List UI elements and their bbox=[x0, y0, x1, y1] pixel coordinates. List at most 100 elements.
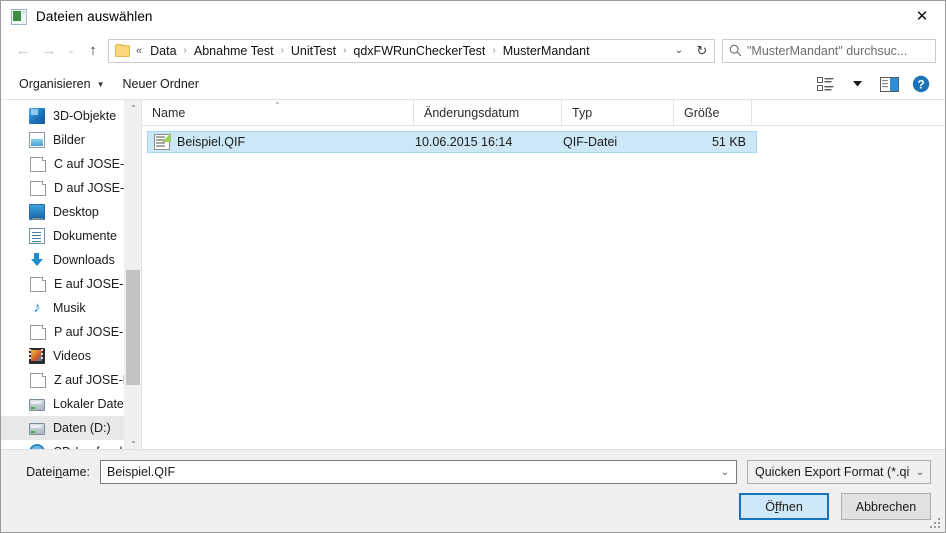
app-window-icon bbox=[11, 8, 27, 25]
chevron-down-icon[interactable]: ⌄ bbox=[714, 467, 736, 478]
sidebar-item-label: Desktop bbox=[53, 205, 99, 219]
sidebar-item-cd-laufwerk-e[interactable]: CD-Laufwerk (E: bbox=[1, 440, 141, 449]
forward-button[interactable]: → bbox=[36, 38, 62, 64]
breadcrumb-segment-mustermandant[interactable]: MusterMandant bbox=[500, 42, 593, 60]
file-type-cell: QIF-Datei bbox=[563, 135, 618, 149]
file-open-dialog: Dateien auswählen ✕ ← → ⌄ ↑ « Data › Abn… bbox=[0, 0, 946, 533]
document-icon bbox=[30, 372, 46, 388]
preview-pane-icon[interactable] bbox=[874, 72, 904, 96]
folder-icon bbox=[115, 43, 130, 57]
chevron-down-icon: ▼ bbox=[96, 79, 105, 89]
sidebar-item-desktop[interactable]: Desktop bbox=[1, 200, 141, 224]
search-box[interactable]: "MusterMandant" durchsuc... bbox=[722, 38, 936, 63]
column-header-name[interactable]: ⌃ Name bbox=[142, 100, 414, 125]
document-icon bbox=[30, 156, 46, 172]
navigation-sidebar: 3D-Objekte Bilder C auf JOSE-NOV D auf J… bbox=[1, 100, 141, 449]
breadcrumb-segment-qdxfwruncheckertest[interactable]: qdxFWRunCheckerTest bbox=[350, 42, 488, 60]
breadcrumb-segment-data[interactable]: Data bbox=[147, 42, 179, 60]
sidebar-scrollbar[interactable]: ⌃ ⌄ bbox=[124, 100, 141, 449]
open-button[interactable]: Öf fnen bbox=[739, 493, 829, 520]
file-type-filter-value: Quicken Export Format (*.qif) bbox=[755, 465, 910, 479]
sidebar-item-videos[interactable]: Videos bbox=[1, 344, 141, 368]
sidebar-item-dokumente[interactable]: Dokumente bbox=[1, 224, 141, 248]
breadcrumb-segment-abnahme-test[interactable]: Abnahme Test bbox=[191, 42, 277, 60]
document-icon bbox=[30, 180, 46, 196]
breadcrumb-overflow-icon[interactable]: « bbox=[136, 45, 142, 57]
new-folder-label: Neuer Ordner bbox=[122, 77, 199, 91]
toolbar-right-group: ? bbox=[810, 72, 936, 96]
sidebar-item-label: Daten (D:) bbox=[53, 421, 111, 435]
scrollbar-thumb[interactable] bbox=[126, 270, 140, 385]
file-name-label: Beispiel.QIF bbox=[177, 135, 246, 149]
sidebar-item-c-auf-jose-nov[interactable]: C auf JOSE-NOV bbox=[1, 152, 141, 176]
file-date-cell: 10.06.2015 16:14 bbox=[415, 135, 513, 149]
view-layout-chevron-down-icon[interactable] bbox=[842, 72, 872, 96]
file-type-filter-select[interactable]: Quicken Export Format (*.qif) ⌄ bbox=[747, 460, 931, 484]
sort-ascending-icon: ⌃ bbox=[274, 101, 281, 110]
search-input[interactable]: "MusterMandant" durchsuc... bbox=[747, 44, 907, 58]
breadcrumb-separator[interactable]: › bbox=[492, 45, 495, 56]
filename-row: Dateiname: Beispiel.QIF ⌄ Quicken Export… bbox=[15, 460, 931, 484]
search-icon bbox=[723, 44, 747, 57]
column-header-label: Änderungsdatum bbox=[424, 105, 520, 120]
window-controls: ✕ bbox=[899, 1, 945, 32]
file-name-cell: Beispiel.QIF bbox=[148, 134, 415, 150]
sidebar-item-d-auf-jose-nov[interactable]: D auf JOSE-NOV bbox=[1, 176, 141, 200]
resize-grip[interactable] bbox=[930, 518, 942, 530]
breadcrumb-separator[interactable]: › bbox=[281, 45, 284, 56]
drive-icon bbox=[29, 423, 45, 435]
close-icon[interactable]: ✕ bbox=[899, 1, 945, 32]
back-button[interactable]: ← bbox=[10, 38, 36, 64]
column-header-label: Name bbox=[152, 105, 186, 120]
window-title: Dateien auswählen bbox=[36, 9, 153, 24]
sidebar-item-z-auf-jose-nov[interactable]: Z auf JOSE-NOV bbox=[1, 368, 141, 392]
sidebar-item-e-auf-jose-nov[interactable]: E auf JOSE-NOV bbox=[1, 272, 141, 296]
filename-value[interactable]: Beispiel.QIF bbox=[101, 465, 714, 479]
sidebar-item-label: 3D-Objekte bbox=[53, 109, 117, 123]
column-header-row: ⌃ Name Änderungsdatum Typ Größe bbox=[142, 100, 945, 126]
column-header-size[interactable]: Größe bbox=[674, 100, 752, 125]
recent-locations-button[interactable]: ⌄ bbox=[62, 38, 80, 64]
breadcrumb-separator[interactable]: › bbox=[343, 45, 346, 56]
file-list-pane: ⌃ Name Änderungsdatum Typ Größe Beispiel… bbox=[141, 100, 945, 449]
sidebar-item-daten-d[interactable]: Daten (D:) bbox=[1, 416, 141, 440]
music-icon: ♪ bbox=[33, 299, 41, 316]
column-header-type[interactable]: Typ bbox=[562, 100, 674, 125]
document-icon bbox=[30, 276, 46, 292]
title-bar: Dateien auswählen ✕ bbox=[1, 1, 945, 32]
chevron-down-icon[interactable]: ⌄ bbox=[668, 40, 690, 62]
sidebar-item-musik[interactable]: ♪ Musik bbox=[1, 296, 141, 320]
scroll-down-icon[interactable]: ⌄ bbox=[125, 432, 141, 449]
sidebar-item-label: Videos bbox=[53, 349, 91, 363]
document-icon bbox=[30, 324, 46, 340]
qif-file-icon bbox=[154, 134, 170, 150]
table-row[interactable]: Beispiel.QIF 10.06.2015 16:14 QIF-Datei … bbox=[147, 131, 757, 153]
sidebar-item-3d-objekte[interactable]: 3D-Objekte bbox=[1, 104, 141, 128]
dialog-footer: Dateiname: Beispiel.QIF ⌄ Quicken Export… bbox=[1, 449, 945, 532]
filename-input[interactable]: Beispiel.QIF ⌄ bbox=[100, 460, 737, 484]
sidebar-item-downloads[interactable]: Downloads bbox=[1, 248, 141, 272]
3d-objects-icon bbox=[29, 108, 45, 124]
svg-text:?: ? bbox=[917, 77, 924, 91]
sidebar-item-lokaler-datentraeger[interactable]: Lokaler Datenträ bbox=[1, 392, 141, 416]
sidebar-item-label: Bilder bbox=[53, 133, 85, 147]
refresh-button[interactable]: ↻ bbox=[690, 38, 715, 63]
up-button[interactable]: ↑ bbox=[80, 38, 106, 64]
sidebar-item-p-auf-jose-nov[interactable]: P auf JOSE-NOV bbox=[1, 320, 141, 344]
breadcrumb-separator[interactable]: › bbox=[184, 45, 187, 56]
view-layout-icon[interactable] bbox=[810, 72, 840, 96]
column-header-date[interactable]: Änderungsdatum bbox=[414, 100, 562, 125]
new-folder-button[interactable]: Neuer Ordner bbox=[114, 73, 208, 95]
organize-button[interactable]: Organisieren ▼ bbox=[10, 73, 114, 95]
breadcrumb-segment-unittest[interactable]: UnitTest bbox=[288, 42, 339, 60]
sidebar-item-bilder[interactable]: Bilder bbox=[1, 128, 141, 152]
address-bar[interactable]: « Data › Abnahme Test › UnitTest › qdxFW… bbox=[108, 38, 691, 63]
help-icon[interactable]: ? bbox=[906, 72, 936, 96]
cancel-button[interactable]: Abbrechen bbox=[841, 493, 931, 520]
chevron-down-icon: ⌄ bbox=[915, 466, 925, 478]
sidebar-item-label: Downloads bbox=[53, 253, 115, 267]
file-list[interactable]: Beispiel.QIF 10.06.2015 16:14 QIF-Datei … bbox=[142, 126, 945, 449]
scroll-up-icon[interactable]: ⌃ bbox=[125, 100, 141, 117]
downloads-icon bbox=[29, 252, 45, 268]
action-buttons: Öf fnen Abbrechen bbox=[15, 493, 931, 520]
